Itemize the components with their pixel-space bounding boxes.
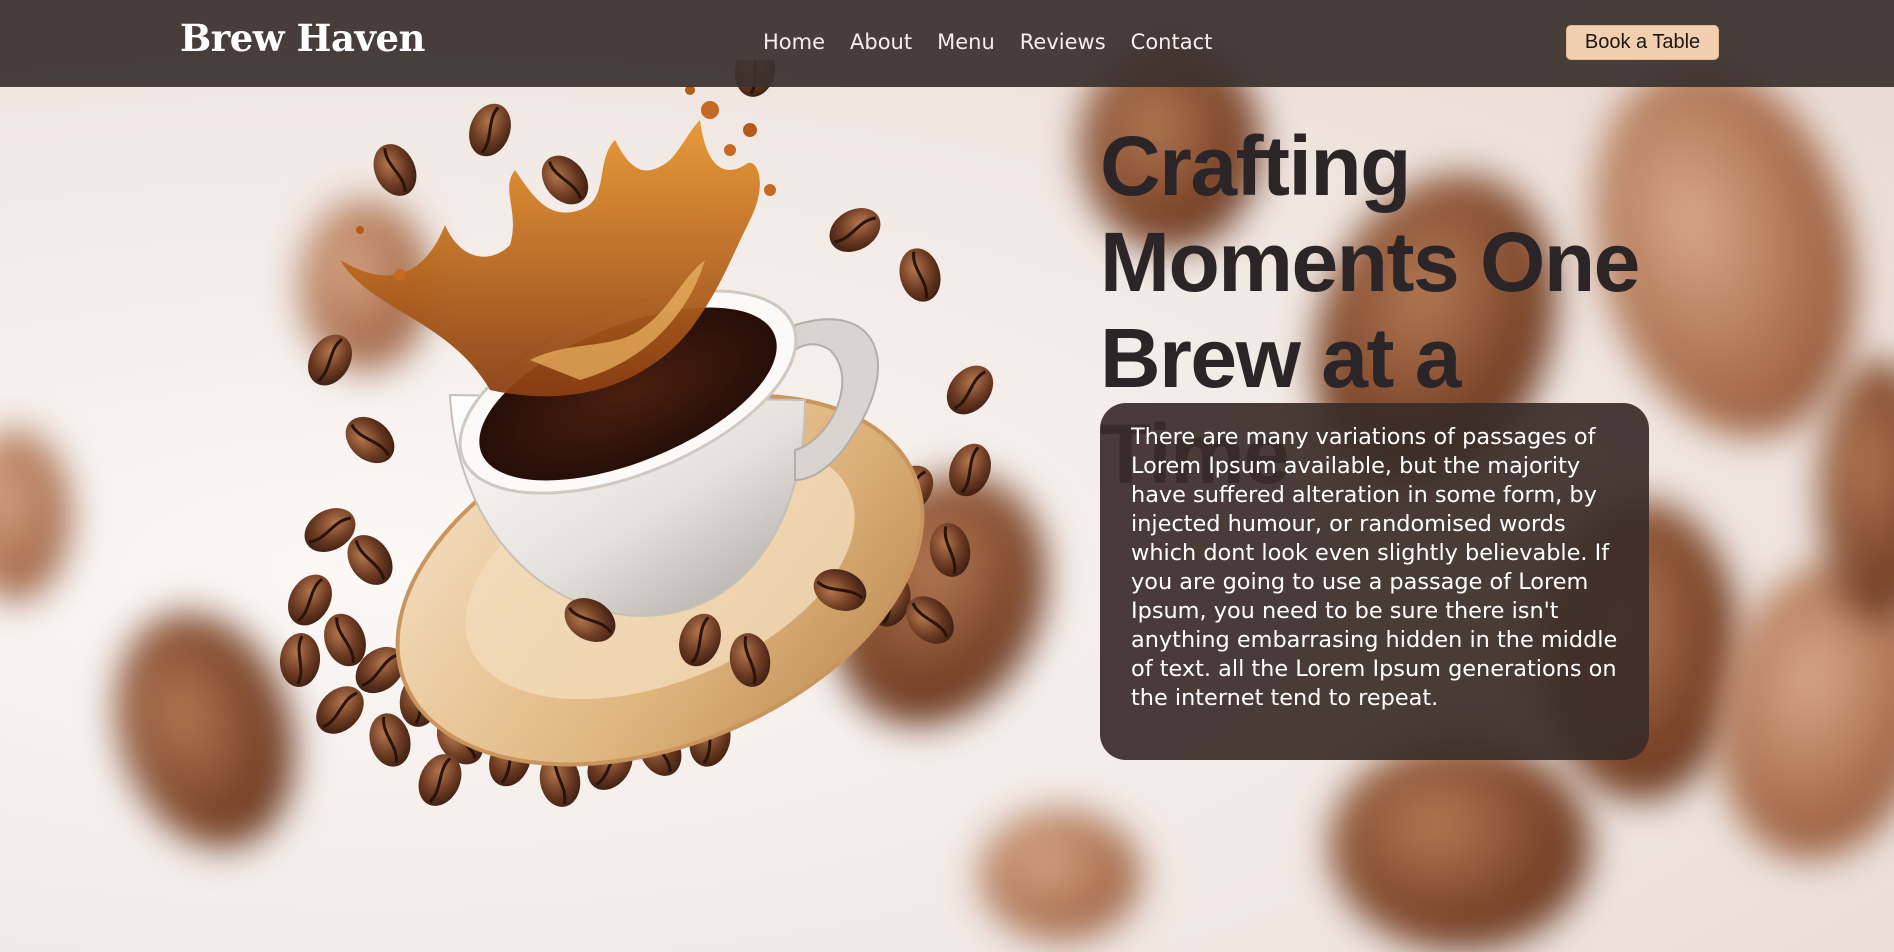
site-header: Brew Haven Home About Menu Reviews Conta… xyxy=(0,0,1894,87)
headline-line-1: Crafting xyxy=(1100,119,1411,213)
nav-reviews[interactable]: Reviews xyxy=(1020,30,1106,54)
nav-menu[interactable]: Menu xyxy=(937,30,995,54)
nav-about[interactable]: About xyxy=(850,30,912,54)
hero-description-box: There are many variations of passages of… xyxy=(1100,403,1649,760)
brand-logo[interactable]: Brew Haven xyxy=(180,16,425,60)
coffee-cup-splash-illustration xyxy=(276,60,1005,815)
hero-description: There are many variations of passages of… xyxy=(1131,424,1618,711)
book-table-button[interactable]: Book a Table xyxy=(1566,25,1719,60)
nav-contact[interactable]: Contact xyxy=(1131,30,1213,54)
nav-home[interactable]: Home xyxy=(763,30,825,54)
headline-line-2: Moments One xyxy=(1100,215,1640,309)
main-nav: Home About Menu Reviews Contact xyxy=(763,30,1212,54)
